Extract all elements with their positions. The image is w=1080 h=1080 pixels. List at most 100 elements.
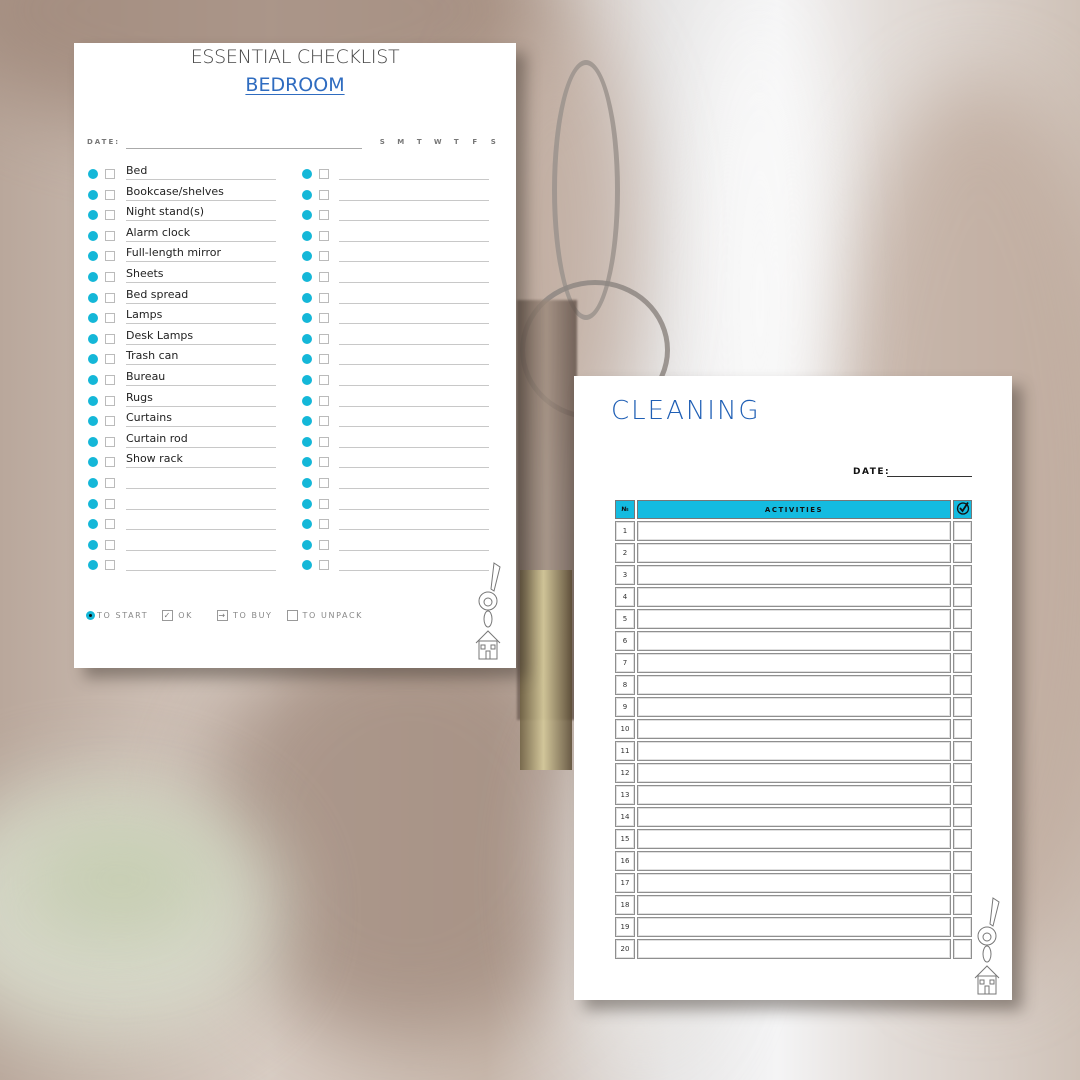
item-label[interactable]: Show rack [126, 452, 183, 465]
item-label[interactable]: Curtain rod [126, 432, 188, 445]
status-dot-icon[interactable] [302, 230, 312, 241]
activity-cell[interactable] [637, 873, 951, 893]
item-label[interactable]: Curtains [126, 411, 172, 424]
checkbox[interactable] [319, 436, 329, 447]
done-checkbox[interactable] [953, 609, 972, 629]
item-label[interactable]: Bed [126, 164, 147, 177]
item-label[interactable]: Rugs [126, 391, 153, 404]
checkbox[interactable] [105, 333, 115, 344]
weekday-option[interactable]: T [410, 138, 429, 146]
status-dot-icon[interactable] [88, 251, 98, 262]
done-checkbox[interactable] [953, 675, 972, 695]
status-dot-icon[interactable] [302, 251, 312, 262]
checkbox[interactable] [105, 519, 115, 530]
status-dot-icon[interactable] [88, 416, 98, 427]
done-checkbox[interactable] [953, 719, 972, 739]
done-checkbox[interactable] [953, 917, 972, 937]
weekday-option[interactable]: M [392, 138, 411, 146]
status-dot-icon[interactable] [88, 313, 98, 324]
done-checkbox[interactable] [953, 763, 972, 783]
checkbox[interactable] [319, 416, 329, 427]
item-label[interactable]: Lamps [126, 308, 162, 321]
status-dot-icon[interactable] [302, 416, 312, 427]
checkbox[interactable] [105, 292, 115, 303]
checkbox[interactable] [105, 498, 115, 509]
item-label[interactable]: Desk Lamps [126, 329, 193, 342]
activity-cell[interactable] [637, 807, 951, 827]
activity-cell[interactable] [637, 587, 951, 607]
item-label[interactable]: Alarm clock [126, 226, 190, 239]
checkbox[interactable] [105, 169, 115, 179]
checkbox[interactable] [105, 251, 115, 262]
checkbox[interactable] [319, 313, 329, 324]
checkbox[interactable] [319, 333, 329, 344]
checkbox[interactable] [105, 189, 115, 200]
done-checkbox[interactable] [953, 697, 972, 717]
checkbox[interactable] [105, 436, 115, 447]
status-dot-icon[interactable] [302, 313, 312, 324]
status-dot-icon[interactable] [302, 169, 312, 179]
status-dot-icon[interactable] [302, 457, 312, 468]
item-label[interactable]: Bookcase/shelves [126, 185, 224, 198]
activity-cell[interactable] [637, 829, 951, 849]
activity-cell[interactable] [637, 653, 951, 673]
activity-cell[interactable] [637, 543, 951, 563]
status-dot-icon[interactable] [302, 519, 312, 530]
checkbox[interactable] [105, 313, 115, 324]
activity-cell[interactable] [637, 895, 951, 915]
weekday-option[interactable]: S [373, 138, 392, 146]
checkbox[interactable] [319, 292, 329, 303]
item-label[interactable]: Full-length mirror [126, 246, 221, 259]
status-dot-icon[interactable] [88, 477, 98, 488]
activity-cell[interactable] [637, 565, 951, 585]
status-dot-icon[interactable] [302, 354, 312, 365]
status-dot-icon[interactable] [88, 560, 98, 571]
checkbox[interactable] [319, 519, 329, 530]
status-dot-icon[interactable] [88, 374, 98, 385]
item-label[interactable]: Bed spread [126, 288, 188, 301]
done-checkbox[interactable] [953, 587, 972, 607]
status-dot-icon[interactable] [302, 271, 312, 282]
status-dot-icon[interactable] [302, 436, 312, 447]
weekday-option[interactable]: W [429, 138, 448, 146]
done-checkbox[interactable] [953, 851, 972, 871]
status-dot-icon[interactable] [302, 374, 312, 385]
done-checkbox[interactable] [953, 653, 972, 673]
weekday-option[interactable]: F [466, 138, 485, 146]
checkbox[interactable] [105, 395, 115, 406]
checkbox[interactable] [319, 210, 329, 221]
status-dot-icon[interactable] [88, 395, 98, 406]
done-checkbox[interactable] [953, 939, 972, 959]
status-dot-icon[interactable] [302, 395, 312, 406]
status-dot-icon[interactable] [302, 560, 312, 571]
status-dot-icon[interactable] [302, 333, 312, 344]
checkbox[interactable] [319, 169, 329, 179]
done-checkbox[interactable] [953, 543, 972, 563]
done-checkbox[interactable] [953, 829, 972, 849]
done-checkbox[interactable] [953, 807, 972, 827]
checkbox[interactable] [319, 271, 329, 282]
date-field[interactable] [126, 148, 362, 149]
checkbox[interactable] [319, 457, 329, 468]
checkbox[interactable] [105, 210, 115, 221]
weekday-option[interactable]: S [484, 138, 503, 146]
activity-cell[interactable] [637, 763, 951, 783]
status-dot-icon[interactable] [88, 333, 98, 344]
status-dot-icon[interactable] [88, 539, 98, 550]
checkbox[interactable] [105, 477, 115, 488]
checkbox[interactable] [105, 416, 115, 427]
weekday-option[interactable]: T [447, 138, 466, 146]
status-dot-icon[interactable] [88, 354, 98, 365]
checklist-subtitle[interactable]: BEDROOM [74, 74, 516, 96]
activity-cell[interactable] [637, 609, 951, 629]
status-dot-icon[interactable] [302, 210, 312, 221]
checkbox[interactable] [319, 477, 329, 488]
status-dot-icon[interactable] [88, 519, 98, 530]
activity-cell[interactable] [637, 939, 951, 959]
status-dot-icon[interactable] [302, 498, 312, 509]
status-dot-icon[interactable] [302, 477, 312, 488]
status-dot-icon[interactable] [88, 498, 98, 509]
checkbox[interactable] [105, 230, 115, 241]
checkbox[interactable] [319, 230, 329, 241]
status-dot-icon[interactable] [302, 539, 312, 550]
